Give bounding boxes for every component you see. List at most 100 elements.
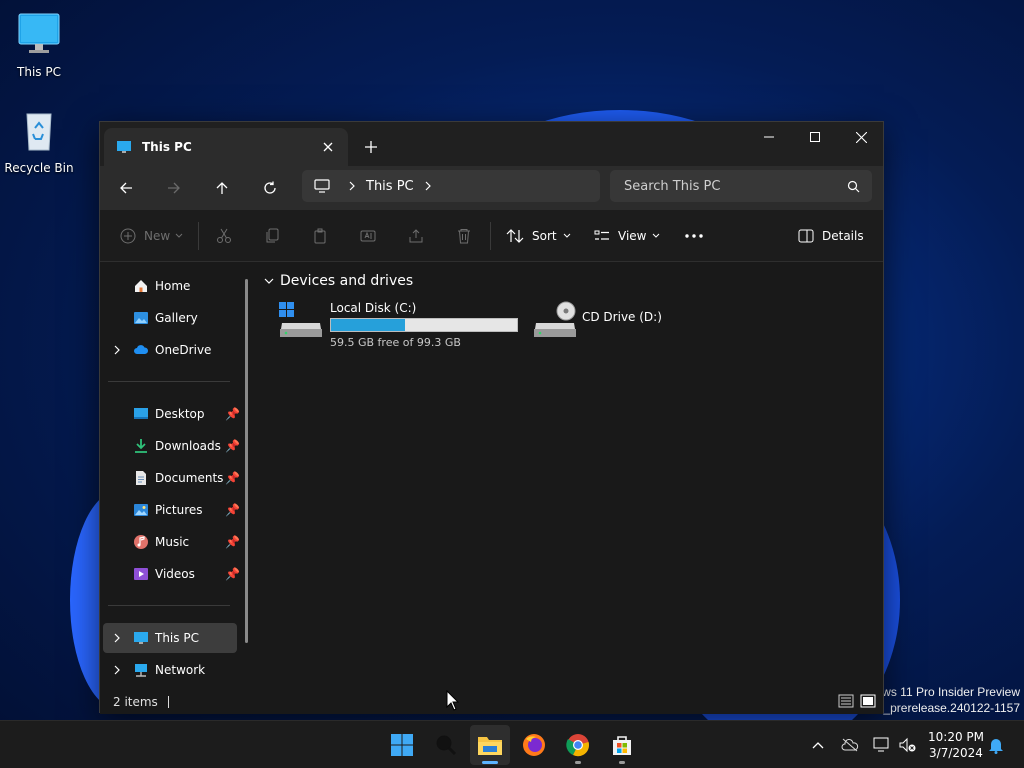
network-tray-button[interactable] [872, 735, 892, 755]
sidebar-item-music[interactable]: Music 📌 [103, 527, 240, 557]
search-icon [847, 180, 860, 192]
sidebar-item-desktop[interactable]: Desktop 📌 [103, 399, 240, 429]
desktop-folder-icon [134, 408, 148, 419]
chevron-down-icon [175, 233, 183, 238]
windows-logo-icon [391, 734, 413, 756]
search-input[interactable] [624, 178, 824, 194]
store-icon [613, 736, 631, 755]
new-tab-button[interactable] [358, 134, 384, 160]
search-icon [436, 735, 457, 756]
sidebar-item-gallery[interactable]: Gallery [103, 303, 237, 333]
drive-usage-fill [331, 319, 406, 331]
forward-button[interactable] [159, 173, 189, 203]
sidebar-item-this-pc[interactable]: This PC [103, 623, 237, 653]
running-indicator [619, 761, 625, 764]
paste-button[interactable] [312, 223, 328, 249]
cloud-off-icon [841, 738, 859, 752]
refresh-button[interactable] [255, 173, 285, 203]
rename-button[interactable] [360, 223, 376, 249]
cut-button[interactable] [216, 223, 232, 249]
sidebar-item-documents[interactable]: Documents 📌 [103, 463, 240, 493]
maximize-button[interactable] [792, 122, 838, 152]
navigation-pane: Home Gallery OneDrive Desktop 📌 Download… [100, 263, 258, 689]
desktop-icon-label: Recycle Bin [4, 161, 74, 175]
notifications-button[interactable] [986, 735, 1006, 755]
search-taskbar-button[interactable] [426, 725, 466, 765]
taskbar-firefox[interactable] [514, 725, 554, 765]
chevron-down-icon [563, 233, 570, 238]
minimize-icon [764, 136, 774, 138]
close-tab-button[interactable] [314, 133, 342, 161]
status-separator [167, 695, 169, 708]
new-button[interactable]: New [120, 223, 183, 249]
search-box [610, 170, 872, 202]
sidebar-item-downloads[interactable]: Downloads 📌 [103, 431, 240, 461]
music-icon [134, 535, 148, 549]
sidebar-item-network[interactable]: Network [103, 655, 237, 685]
sidebar-item-home[interactable]: Home [103, 271, 237, 301]
desktop-icon-this-pc[interactable]: This PC [2, 10, 76, 79]
copy-button[interactable] [264, 223, 280, 249]
cloud-icon [134, 345, 149, 354]
hard-drive-icon [279, 302, 322, 337]
details-pane-button[interactable]: Details [798, 223, 864, 249]
taskbar-chrome[interactable] [558, 725, 598, 765]
minimize-button[interactable] [746, 122, 792, 152]
taskbar-clock[interactable]: 10:20 PM 3/7/2024 [926, 729, 986, 761]
share-button[interactable] [408, 223, 424, 249]
onedrive-tray-button[interactable] [840, 735, 860, 755]
sort-button[interactable]: Sort [506, 223, 571, 249]
view-list-icon [594, 230, 609, 240]
close-icon [323, 142, 333, 152]
back-button[interactable] [111, 173, 141, 203]
address-bar[interactable]: This PC [302, 170, 600, 202]
status-bar: 2 items [100, 689, 883, 714]
sidebar-item-videos[interactable]: Videos 📌 [103, 559, 240, 589]
document-icon [136, 471, 146, 485]
taskbar-microsoft-store[interactable] [602, 725, 642, 765]
plus-circle-icon [120, 228, 136, 244]
network-monitor-icon [873, 737, 889, 752]
breadcrumb-this-pc[interactable]: This PC [366, 179, 414, 194]
chevron-right-icon[interactable] [424, 181, 432, 191]
view-button[interactable]: View [594, 223, 660, 249]
close-window-button[interactable] [838, 122, 884, 152]
pin-icon: 📌 [225, 439, 240, 453]
pin-icon: 📌 [225, 407, 240, 421]
details-view-button[interactable] [838, 694, 854, 711]
volume-muted-icon [899, 737, 916, 753]
home-icon [135, 280, 147, 292]
start-button[interactable] [382, 725, 422, 765]
details-pane-icon [798, 229, 814, 243]
chevron-down-icon [653, 233, 660, 238]
chevron-right-icon[interactable] [113, 345, 121, 355]
show-hidden-icons-button[interactable] [808, 735, 828, 755]
delete-button[interactable] [456, 223, 472, 249]
sidebar-divider [108, 381, 230, 382]
chevron-down-icon [264, 278, 274, 284]
volume-tray-button[interactable] [898, 735, 918, 755]
chevron-right-icon[interactable] [113, 633, 121, 643]
drive-cd-d[interactable]: CD Drive (D:) [532, 301, 662, 341]
sidebar-item-pictures[interactable]: Pictures 📌 [103, 495, 240, 525]
large-icons-view-button[interactable] [860, 694, 876, 711]
title-bar: This PC [100, 122, 883, 166]
chevron-right-icon[interactable] [113, 665, 121, 675]
taskbar-file-explorer[interactable] [470, 725, 510, 765]
more-options-button[interactable] [684, 223, 704, 249]
drive-local-disk-c[interactable]: Local Disk (C:) 59.5 GB free of 99.3 GB [278, 301, 518, 349]
toolbar-separator [198, 222, 199, 250]
tab-this-pc[interactable]: This PC [104, 128, 348, 166]
scissors-icon [217, 228, 231, 243]
monitor-icon [18, 13, 60, 53]
close-icon [855, 131, 867, 143]
group-header-devices[interactable]: Devices and drives [264, 273, 413, 289]
sidebar-item-onedrive[interactable]: OneDrive [103, 335, 237, 365]
desktop-icon-recycle-bin[interactable]: Recycle Bin [2, 106, 76, 175]
sidebar-scrollbar[interactable] [245, 279, 248, 643]
details-view-icon [838, 694, 854, 708]
up-button[interactable] [207, 173, 237, 203]
navigation-bar: This PC [100, 166, 883, 210]
ellipsis-icon [685, 234, 703, 238]
copy-icon [266, 228, 279, 243]
